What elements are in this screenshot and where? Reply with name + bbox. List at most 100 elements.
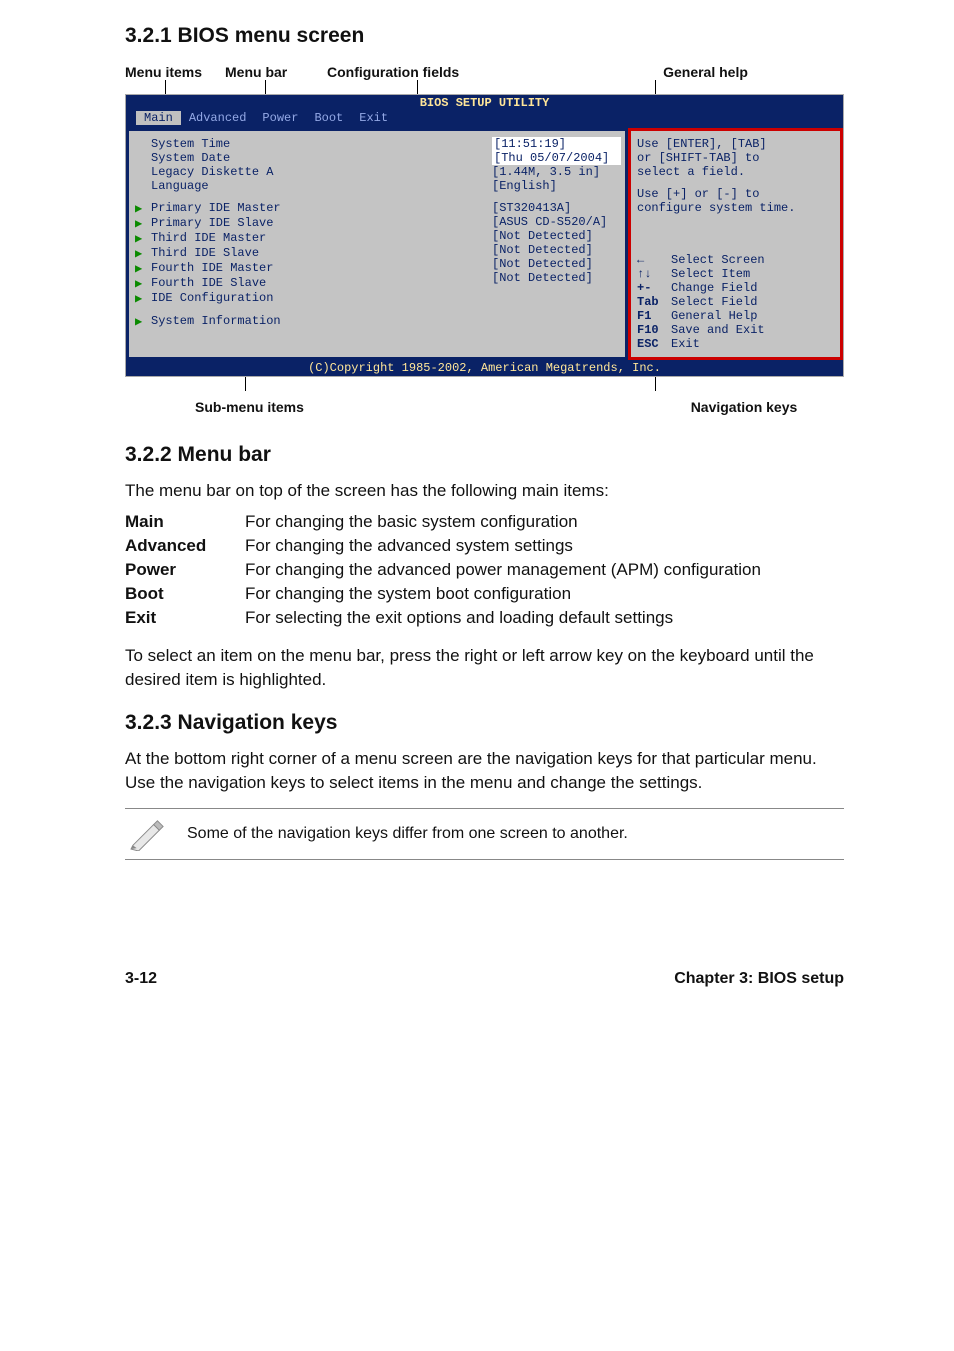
bios-item[interactable]: System Time: [151, 137, 486, 151]
label-config-fields: Configuration fields: [327, 64, 567, 80]
submenu-arrow-icon: ▶: [135, 261, 151, 276]
nav-key: ↑↓: [637, 267, 671, 281]
menu-key: Main: [125, 512, 245, 536]
page-number: 3-12: [125, 970, 157, 988]
nav-key-desc: Save and Exit: [671, 323, 765, 337]
bios-item[interactable]: Primary IDE Slave: [151, 216, 486, 231]
submenu-arrow-icon: ▶: [135, 201, 151, 216]
bios-left-panel: System Time System Date Legacy Diskette …: [126, 128, 488, 360]
submenu-arrow-icon: ▶: [135, 314, 151, 329]
bios-item[interactable]: Fourth IDE Master: [151, 261, 486, 276]
callout-ticks-bottom: [125, 377, 844, 391]
menubar-intro-text: The menu bar on top of the screen has th…: [125, 479, 844, 502]
pencil-icon: [129, 817, 167, 851]
menu-key: Power: [125, 560, 245, 584]
chapter-title: Chapter 3: BIOS setup: [674, 970, 844, 988]
bios-value[interactable]: [1.44M, 3.5 in]: [492, 165, 621, 179]
label-menu-items: Menu items: [125, 64, 225, 80]
page-footer: 3-12 Chapter 3: BIOS setup: [125, 970, 844, 1012]
bios-value[interactable]: [English]: [492, 179, 621, 193]
navigation-keys-text: At the bottom right corner of a menu scr…: [125, 747, 844, 794]
section-3-2-1-title: 3.2.1 BIOS menu screen: [125, 24, 844, 48]
bios-item[interactable]: Third IDE Master: [151, 231, 486, 246]
help-text: or [SHIFT-TAB] to: [637, 151, 834, 165]
note-box: Some of the navigation keys differ from …: [125, 808, 844, 860]
bios-copyright: (C)Copyright 1985-2002, American Megatre…: [126, 360, 843, 376]
menu-description-table: MainFor changing the basic system config…: [125, 512, 761, 632]
menu-key: Advanced: [125, 536, 245, 560]
bios-window: BIOS SETUP UTILITY MainAdvancedPowerBoot…: [125, 94, 844, 377]
nav-key: F10: [637, 323, 671, 337]
bios-tab-boot[interactable]: Boot: [306, 111, 351, 125]
bios-tab-advanced[interactable]: Advanced: [181, 111, 255, 125]
label-submenu-items: Sub-menu items: [195, 399, 304, 415]
table-row: BootFor changing the system boot configu…: [125, 584, 761, 608]
nav-key-desc: Select Item: [671, 267, 750, 281]
menu-desc: For changing the system boot configurati…: [245, 584, 761, 608]
bios-item[interactable]: Language: [151, 179, 486, 193]
table-row: MainFor changing the basic system config…: [125, 512, 761, 536]
table-row: AdvancedFor changing the advanced system…: [125, 536, 761, 560]
nav-key: Tab: [637, 295, 671, 309]
submenu-arrow-icon: ▶: [135, 276, 151, 291]
label-general-help: General help: [567, 64, 844, 80]
bios-item[interactable]: System Date: [151, 151, 486, 165]
menu-key: Exit: [125, 608, 245, 632]
bios-item[interactable]: Primary IDE Master: [151, 201, 486, 216]
bios-tab-exit[interactable]: Exit: [351, 111, 396, 125]
top-callout-labels: Menu items Menu bar Configuration fields…: [125, 64, 844, 80]
menu-desc: For selecting the exit options and loadi…: [245, 608, 761, 632]
bios-item[interactable]: Fourth IDE Slave: [151, 276, 486, 291]
help-text: configure system time.: [637, 201, 834, 215]
bios-value: [Not Detected]: [492, 257, 621, 271]
menu-desc: For changing the advanced power manageme…: [245, 560, 761, 584]
bios-item[interactable]: System Information: [151, 314, 486, 329]
bios-value: [ASUS CD-S520/A]: [492, 215, 621, 229]
callout-ticks: [125, 80, 844, 94]
help-text: Use [ENTER], [TAB]: [637, 137, 834, 151]
note-text: Some of the navigation keys differ from …: [187, 825, 628, 843]
menu-desc: For changing the basic system configurat…: [245, 512, 761, 536]
bottom-callout-labels: Sub-menu items Navigation keys: [125, 399, 844, 415]
nav-key: +-: [637, 281, 671, 295]
submenu-arrow-icon: ▶: [135, 291, 151, 306]
nav-key: ←: [637, 253, 671, 267]
section-3-2-3-title: 3.2.3 Navigation keys: [125, 711, 844, 735]
bios-item[interactable]: Third IDE Slave: [151, 246, 486, 261]
nav-key: F1: [637, 309, 671, 323]
bios-value: [Not Detected]: [492, 229, 621, 243]
bios-tab-main[interactable]: Main: [136, 111, 181, 125]
section-3-2-2-title: 3.2.2 Menu bar: [125, 443, 844, 467]
bios-item[interactable]: IDE Configuration: [151, 291, 486, 306]
bios-value[interactable]: [Thu 05/07/2004]: [492, 151, 621, 165]
table-row: ExitFor selecting the exit options and l…: [125, 608, 761, 632]
navigation-keys-panel: ←Select Screen ↑↓Select Item +-Change Fi…: [637, 253, 834, 351]
menu-desc: For changing the advanced system setting…: [245, 536, 761, 560]
nav-key-desc: Change Field: [671, 281, 757, 295]
bios-values-panel: [11:51:19] [Thu 05/07/2004] [1.44M, 3.5 …: [488, 128, 628, 360]
bios-value: [Not Detected]: [492, 271, 621, 285]
submenu-arrow-icon: ▶: [135, 231, 151, 246]
label-menu-bar: Menu bar: [225, 64, 327, 80]
bios-item[interactable]: Legacy Diskette A: [151, 165, 486, 179]
nav-key-desc: Select Screen: [671, 253, 765, 267]
bios-menubar: MainAdvancedPowerBootExit: [126, 110, 843, 128]
table-row: PowerFor changing the advanced power man…: [125, 560, 761, 584]
menubar-outro-text: To select an item on the menu bar, press…: [125, 644, 844, 691]
bios-value: [ST320413A]: [492, 201, 621, 215]
bios-tab-power[interactable]: Power: [254, 111, 306, 125]
bios-title: BIOS SETUP UTILITY: [126, 95, 843, 110]
nav-key-desc: General Help: [671, 309, 757, 323]
bios-help-panel: Use [ENTER], [TAB] or [SHIFT-TAB] to sel…: [628, 128, 843, 360]
submenu-arrow-icon: ▶: [135, 216, 151, 231]
nav-key-desc: Exit: [671, 337, 700, 351]
nav-key: ESC: [637, 337, 671, 351]
menu-key: Boot: [125, 584, 245, 608]
submenu-arrow-icon: ▶: [135, 246, 151, 261]
help-text: select a field.: [637, 165, 834, 179]
bios-body: System Time System Date Legacy Diskette …: [126, 128, 843, 360]
nav-key-desc: Select Field: [671, 295, 757, 309]
help-text: Use [+] or [-] to: [637, 187, 834, 201]
bios-value: [Not Detected]: [492, 243, 621, 257]
bios-value-selected[interactable]: [11:51:19]: [492, 137, 621, 151]
